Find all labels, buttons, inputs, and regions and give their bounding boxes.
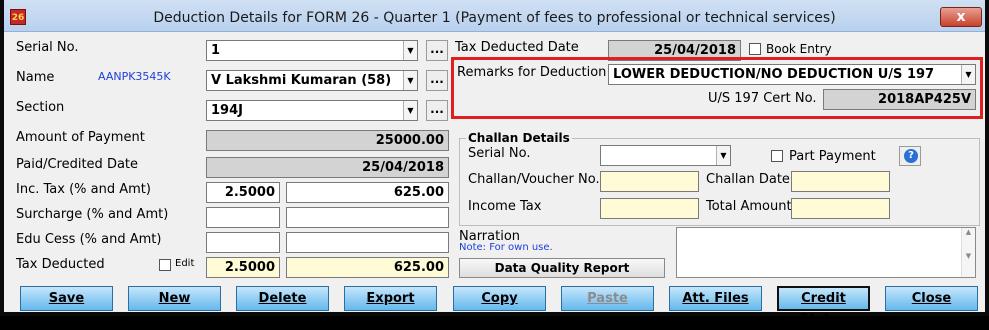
chevron-down-icon[interactable]: ▼: [716, 146, 730, 165]
chevron-down-icon[interactable]: ▼: [961, 65, 975, 84]
remarks-label: Remarks for Deduction: [457, 65, 607, 80]
paid-date-field[interactable]: 25/04/2018: [206, 157, 449, 178]
window-close-button[interactable]: x: [940, 7, 982, 27]
voucher-label: Challan/Voucher No.: [468, 172, 600, 187]
challan-date-label: Challan Date: [706, 172, 790, 187]
paid-date-label: Paid/Credited Date: [16, 157, 139, 172]
edu-cess-amt-field[interactable]: [286, 232, 449, 253]
challan-details-title: Challan Details: [466, 131, 572, 145]
save-button[interactable]: Save: [20, 286, 113, 311]
surcharge-label: Surcharge (% and Amt): [16, 207, 169, 222]
inc-tax-pct-field[interactable]: 2.5000: [206, 182, 280, 203]
serial-value: 1: [211, 43, 221, 58]
income-tax-label: Income Tax: [468, 199, 542, 214]
chevron-down-icon[interactable]: ▼: [403, 41, 417, 60]
name-label: Name: [16, 70, 55, 85]
new-button[interactable]: New: [128, 286, 221, 311]
narration-textarea[interactable]: ▲ ▼: [676, 227, 976, 278]
pan-number: AANPK3545K: [98, 70, 171, 83]
name-value: V Lakshmi Kumaran (58): [211, 73, 392, 88]
remarks-select[interactable]: LOWER DEDUCTION/NO DEDUCTION U/S 197 ▼: [608, 64, 976, 85]
cert-no-field[interactable]: 2018AP425V: [823, 89, 976, 110]
narration-scrollbar[interactable]: ▲ ▼: [961, 228, 975, 277]
serial-label: Serial No.: [16, 40, 79, 55]
title-bar: 26 Deduction Details for FORM 26 - Quart…: [4, 0, 985, 32]
inc-tax-amt-field[interactable]: 625.00: [286, 182, 449, 203]
narration-note: Note: For own use.: [459, 242, 553, 253]
tax-deducted-label: Tax Deducted: [16, 257, 105, 272]
challan-date-field[interactable]: [791, 171, 890, 192]
chevron-down-icon[interactable]: ▼: [403, 101, 417, 120]
deduction-details-window: 26 Deduction Details for FORM 26 - Quart…: [0, 0, 989, 327]
total-amount-field[interactable]: [791, 198, 890, 219]
tax-deducted-amt-field[interactable]: 625.00: [286, 257, 449, 278]
edit-checkbox[interactable]: [159, 259, 171, 271]
edu-cess-label: Edu Cess (% and Amt): [16, 232, 162, 247]
part-payment-checkbox[interactable]: [771, 150, 783, 162]
credit-status-button[interactable]: Credit Status: [777, 286, 870, 327]
part-payment-label: Part Payment: [789, 149, 876, 164]
serial-select[interactable]: 1 ▼: [206, 40, 418, 61]
delete-button[interactable]: Delete: [236, 286, 329, 311]
book-entry-checkbox[interactable]: [749, 43, 761, 55]
paste-button[interactable]: Paste: [561, 286, 654, 311]
challan-serial-label: Serial No.: [468, 146, 531, 161]
data-quality-report-button[interactable]: Data Quality Report: [459, 258, 665, 278]
close-button[interactable]: Close: [885, 286, 978, 311]
section-lookup-button[interactable]: ...: [426, 100, 448, 121]
section-label: Section: [16, 100, 65, 115]
income-tax-field[interactable]: [600, 198, 699, 219]
help-button[interactable]: ?: [899, 146, 921, 166]
chevron-down-icon[interactable]: ▼: [403, 71, 417, 90]
amount-field[interactable]: 25000.00: [206, 130, 449, 151]
edu-cess-pct-field[interactable]: [206, 232, 280, 253]
serial-lookup-button[interactable]: ...: [426, 40, 448, 61]
remarks-value: LOWER DEDUCTION/NO DEDUCTION U/S 197: [613, 67, 935, 82]
inc-tax-label: Inc. Tax (% and Amt): [16, 182, 151, 197]
window-title: Deduction Details for FORM 26 - Quarter …: [153, 10, 836, 26]
book-entry-label: Book Entry: [766, 42, 832, 56]
section-select[interactable]: 194J ▼: [206, 100, 418, 121]
voucher-field[interactable]: [600, 171, 699, 192]
total-amount-label: Total Amount: [706, 199, 792, 214]
tax-deducted-date-label: Tax Deducted Date: [455, 40, 579, 55]
section-value: 194J: [211, 103, 243, 118]
edit-label: Edit: [175, 258, 195, 269]
attach-files-button[interactable]: Att. Files: [669, 286, 762, 311]
export-button[interactable]: Export: [344, 286, 437, 311]
cert-no-label: U/S 197 Cert No.: [708, 91, 817, 106]
name-select[interactable]: V Lakshmi Kumaran (58) ▼: [206, 70, 418, 91]
tax-deducted-pct-field[interactable]: 2.5000: [206, 257, 280, 278]
amount-label: Amount of Payment: [16, 130, 145, 145]
help-icon: ?: [904, 149, 918, 163]
surcharge-amt-field[interactable]: [286, 207, 449, 228]
name-lookup-button[interactable]: ...: [426, 70, 448, 91]
copy-button[interactable]: Copy: [453, 286, 546, 311]
challan-serial-select[interactable]: ▼: [600, 145, 731, 166]
surcharge-pct-field[interactable]: [206, 207, 280, 228]
